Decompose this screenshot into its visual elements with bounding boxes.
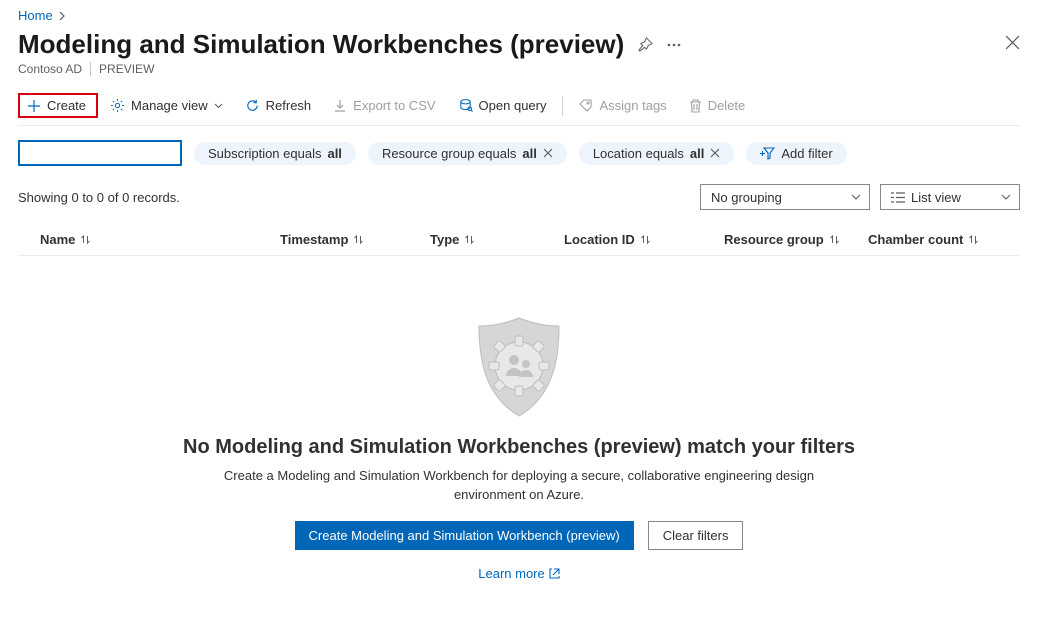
clear-filters-button[interactable]: Clear filters (648, 521, 744, 550)
close-icon[interactable] (543, 148, 553, 158)
col-name[interactable]: Name (40, 232, 280, 247)
col-label: Name (40, 232, 75, 247)
shield-gear-icon (471, 314, 567, 420)
page-title: Modeling and Simulation Workbenches (pre… (18, 29, 624, 60)
external-link-icon (549, 568, 560, 579)
pill-label: Subscription equals (208, 146, 321, 161)
create-button[interactable]: Create (18, 93, 98, 118)
records-summary: Showing 0 to 0 of 0 records. (18, 190, 690, 205)
export-csv-button: Export to CSV (323, 92, 445, 119)
manage-view-label: Manage view (131, 98, 208, 113)
empty-title: No Modeling and Simulation Workbenches (… (183, 436, 855, 459)
open-query-button[interactable]: Open query (448, 92, 557, 119)
filter-row: Subscription equals all Resource group e… (18, 140, 1020, 166)
chevron-right-icon (59, 11, 66, 21)
filter-pill-resource-group[interactable]: Resource group equals all (368, 142, 567, 165)
grouping-select[interactable]: No grouping (700, 184, 870, 210)
filter-pill-subscription[interactable]: Subscription equals all (194, 142, 356, 165)
chevron-down-icon (1001, 194, 1011, 200)
empty-state: No Modeling and Simulation Workbenches (… (18, 314, 1020, 581)
add-filter-button[interactable]: Add filter (746, 142, 846, 165)
close-icon[interactable] (1005, 29, 1020, 50)
export-csv-label: Export to CSV (353, 98, 435, 113)
sort-icon (81, 234, 90, 245)
sort-icon (465, 234, 474, 245)
view-mode-value: List view (911, 190, 961, 205)
learn-more-link[interactable]: Learn more (478, 566, 559, 581)
create-workbench-button[interactable]: Create Modeling and Simulation Workbench… (295, 521, 634, 550)
delete-label: Delete (708, 98, 746, 113)
sort-icon (969, 234, 978, 245)
plus-icon (27, 99, 41, 113)
query-icon (458, 98, 473, 113)
sort-icon (354, 234, 363, 245)
pin-icon[interactable] (638, 37, 653, 52)
command-bar: Create Manage view Refresh Export to CSV (18, 90, 1020, 126)
refresh-label: Refresh (266, 98, 312, 113)
more-icon[interactable] (667, 43, 681, 47)
list-icon (891, 192, 905, 203)
pill-label: Location equals (593, 146, 684, 161)
command-separator (562, 96, 563, 116)
col-location-id[interactable]: Location ID (564, 232, 724, 247)
empty-description: Create a Modeling and Simulation Workben… (189, 467, 849, 505)
col-timestamp[interactable]: Timestamp (280, 232, 430, 247)
col-resource-group[interactable]: Resource group (724, 232, 868, 247)
grouping-value: No grouping (711, 190, 782, 205)
view-mode-select[interactable]: List view (880, 184, 1020, 210)
refresh-icon (245, 98, 260, 113)
col-label: Chamber count (868, 232, 963, 247)
assign-tags-label: Assign tags (599, 98, 666, 113)
delete-button: Delete (679, 92, 756, 119)
tenant-name: Contoso AD (18, 62, 82, 76)
open-query-label: Open query (479, 98, 547, 113)
col-label: Location ID (564, 232, 635, 247)
assign-tags-button: Assign tags (569, 92, 676, 119)
filter-pill-location[interactable]: Location equals all (579, 142, 735, 165)
create-label: Create (47, 98, 86, 113)
pill-value: all (522, 146, 536, 161)
pill-label: Resource group equals (382, 146, 516, 161)
close-icon[interactable] (710, 148, 720, 158)
col-chamber-count[interactable]: Chamber count (868, 232, 1020, 247)
chevron-down-icon (851, 194, 861, 200)
col-type[interactable]: Type (430, 232, 564, 247)
tag-icon (579, 99, 593, 113)
pill-value: all (327, 146, 341, 161)
refresh-button[interactable]: Refresh (235, 92, 322, 119)
learn-more-label: Learn more (478, 566, 544, 581)
sort-icon (830, 234, 839, 245)
manage-view-button[interactable]: Manage view (100, 92, 233, 119)
chevron-down-icon (214, 103, 223, 109)
gear-icon (110, 98, 125, 113)
sort-icon (641, 234, 650, 245)
col-label: Resource group (724, 232, 824, 247)
breadcrumb: Home (18, 8, 1020, 23)
col-label: Timestamp (280, 232, 348, 247)
preview-badge: PREVIEW (90, 62, 154, 76)
search-input[interactable] (18, 140, 182, 166)
download-icon (333, 99, 347, 113)
breadcrumb-home-link[interactable]: Home (18, 8, 53, 23)
add-filter-label: Add filter (781, 146, 832, 161)
column-headers: Name Timestamp Type Location ID Resource… (18, 224, 1020, 256)
pill-value: all (690, 146, 704, 161)
filter-add-icon (760, 147, 775, 160)
trash-icon (689, 99, 702, 113)
col-label: Type (430, 232, 459, 247)
